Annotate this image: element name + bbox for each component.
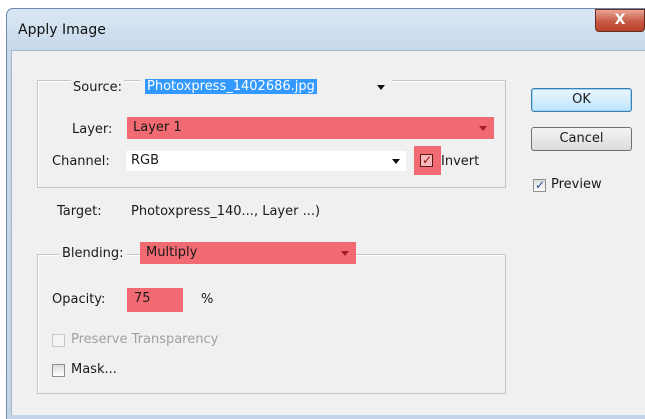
invert-checkbox[interactable]: ✓ (420, 153, 433, 167)
source-value: Photoxpress_1402686.jpg (145, 79, 317, 94)
ok-button[interactable]: OK (531, 88, 632, 112)
opacity-value: 75 (134, 291, 151, 306)
opacity-unit: % (201, 292, 214, 307)
channel-select[interactable]: RGB (125, 150, 407, 172)
preview-checkbox[interactable]: ✓ (533, 178, 546, 192)
blending-label: Blending: (59, 246, 127, 261)
mask-label: Mask... (71, 362, 117, 377)
dialog-title: Apply Image (18, 22, 106, 38)
channel-value: RGB (131, 153, 160, 168)
checkmark-icon: ✓ (535, 178, 546, 192)
checkmark-icon: ✓ (422, 153, 433, 167)
chevron-down-icon (377, 85, 385, 90)
layer-label: Layer: (72, 122, 113, 137)
opacity-input[interactable]: 75 (127, 288, 183, 312)
source-select[interactable]: Photoxpress_1402686.jpg (140, 76, 392, 98)
invert-label: Invert (441, 154, 480, 169)
target-value: Photoxpress_140..., Layer ...) (131, 204, 321, 219)
chevron-down-icon (392, 159, 400, 164)
chevron-down-icon (479, 126, 487, 131)
preserve-transparency-label: Preserve Transparency (71, 332, 219, 347)
close-button[interactable]: X (595, 9, 645, 32)
mask-checkbox[interactable] (52, 364, 65, 377)
layer-select[interactable]: Layer 1 (127, 117, 494, 139)
target-label: Target: (57, 204, 102, 219)
blending-value: Multiply (146, 245, 198, 260)
opacity-label: Opacity: (52, 292, 106, 307)
source-label: Source: (71, 80, 125, 95)
channel-label: Channel: (52, 154, 110, 169)
preserve-transparency-checkbox[interactable] (52, 334, 65, 347)
layer-value: Layer 1 (133, 120, 182, 135)
blending-select[interactable]: Multiply (140, 242, 356, 264)
cancel-button[interactable]: Cancel (531, 127, 632, 151)
preview-label: Preview (551, 177, 602, 192)
chevron-down-icon (341, 251, 349, 256)
